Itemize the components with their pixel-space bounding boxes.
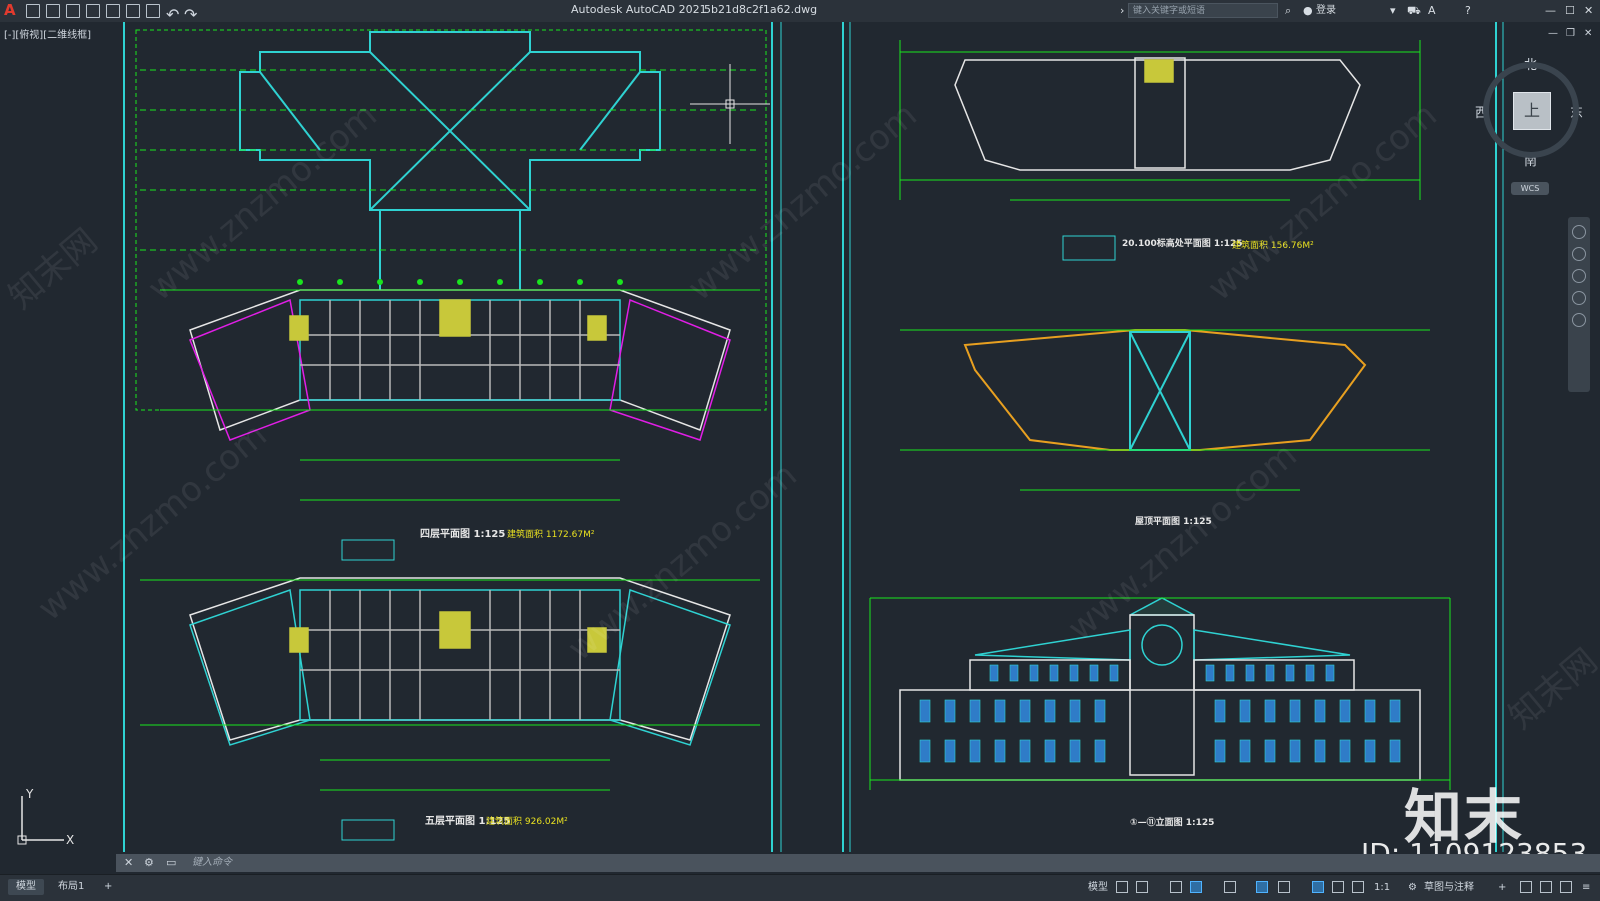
open-icon[interactable]: [46, 4, 60, 18]
object-snap-icon[interactable]: [1278, 881, 1290, 893]
add-layout-button[interactable]: +: [96, 879, 120, 895]
title-bar: A ↶ ↷ Autodesk AutoCAD 2021 5b21d8c2f1a6…: [0, 0, 1600, 24]
wcs-menu[interactable]: WCS: [1511, 182, 1549, 195]
title-fourth-floor: 四层平面图 1:125: [420, 529, 506, 540]
steering-wheel-icon[interactable]: [1572, 225, 1586, 239]
ucs-icon: Y X: [17, 788, 74, 847]
autocad-logo-icon[interactable]: A: [4, 2, 18, 18]
command-input[interactable]: 键入命令: [192, 854, 232, 872]
navigation-bar: [1568, 217, 1590, 392]
orbit-icon[interactable]: [1572, 291, 1586, 305]
login-button[interactable]: 登录: [1316, 4, 1336, 17]
clean-screen-icon[interactable]: [1560, 881, 1572, 893]
search-arrow-icon[interactable]: ›: [1120, 4, 1124, 17]
object-snap-tracking-icon[interactable]: [1256, 881, 1268, 893]
maximize-icon[interactable]: ☐: [1565, 4, 1575, 17]
save-icon[interactable]: [66, 4, 80, 18]
minimize-icon[interactable]: —: [1545, 4, 1556, 17]
viewcube-compass[interactable]: 上: [1483, 62, 1579, 158]
customization-menu-icon[interactable]: ≡: [1582, 881, 1590, 895]
annotation-visibility-icon[interactable]: [1312, 881, 1324, 893]
command-line: ✕ ⚙ ▭ 键入命令: [116, 854, 1600, 872]
viewport-minimize-icon[interactable]: —: [1548, 28, 1558, 39]
tab-model[interactable]: 模型: [8, 879, 44, 895]
auto-scale-icon[interactable]: [1332, 881, 1344, 893]
ortho-icon[interactable]: [1170, 881, 1182, 893]
undo-icon[interactable]: ↶: [166, 5, 179, 24]
redo-icon[interactable]: ↷: [184, 5, 197, 24]
svg-text:Y: Y: [25, 788, 34, 801]
search-input[interactable]: 键入关键字或短语: [1128, 3, 1278, 18]
viewport-restore-icon[interactable]: ❐: [1566, 28, 1575, 39]
workspace-switch[interactable]: 草图与注释: [1424, 881, 1474, 895]
svg-text:X: X: [66, 833, 74, 847]
annotation-scale-icon[interactable]: [1352, 881, 1364, 893]
file-name: 5b21d8c2f1a62.dwg: [704, 3, 818, 16]
tab-layout1[interactable]: 布局1: [50, 879, 92, 895]
units-icon[interactable]: [1520, 881, 1532, 893]
zoom-icon[interactable]: [1572, 269, 1586, 283]
showmotion-icon[interactable]: [1572, 313, 1586, 327]
viewcube-top-face[interactable]: 上: [1513, 92, 1551, 130]
a360-icon[interactable]: A: [1428, 4, 1436, 17]
status-bar: 模型 布局1 + 模型 1:1 ⚙ 草图与注释 + ≡: [0, 874, 1600, 901]
title-roof-level-plan: 20.100标高处平面图 1:125: [1122, 239, 1243, 249]
viewport-controls-label[interactable]: [-][俯视][二维线框]: [4, 26, 91, 41]
app-title: Autodesk AutoCAD 2021: [571, 3, 707, 16]
snap-icon[interactable]: [1136, 881, 1148, 893]
quick-properties-icon[interactable]: [1540, 881, 1552, 893]
area-fourth-floor: 建筑面积 1172.67M²: [507, 530, 595, 540]
cart-icon[interactable]: ⛟: [1407, 4, 1421, 17]
user-icon[interactable]: ●: [1303, 4, 1313, 17]
command-close-icon[interactable]: ✕: [124, 856, 133, 870]
quick-access-toolbar: ↶ ↷: [26, 3, 202, 24]
drawing-viewport[interactable]: 四层平面图 1:125 建筑面积 1172.67M² 五层平面图 1:125 建…: [0, 22, 1600, 862]
search-icon[interactable]: ⌕: [1285, 4, 1291, 17]
polar-tracking-icon[interactable]: [1190, 881, 1202, 893]
command-history-icon[interactable]: ▭: [166, 856, 176, 870]
close-icon[interactable]: ✕: [1584, 4, 1593, 17]
save-as-icon[interactable]: [86, 4, 100, 18]
viewport-close-icon[interactable]: ✕: [1584, 28, 1592, 39]
save-web-icon[interactable]: [126, 4, 140, 18]
title-elevation: ①—⑪立面图 1:125: [1130, 818, 1215, 828]
area-fifth-floor: 建筑面积 926.02M²: [486, 817, 568, 827]
grid-icon[interactable]: [1116, 881, 1128, 893]
workspace-gear-icon[interactable]: ⚙: [1408, 881, 1417, 895]
open-web-icon[interactable]: [106, 4, 120, 18]
new-icon[interactable]: [26, 4, 40, 18]
annotation-monitor-icon[interactable]: +: [1498, 881, 1506, 895]
isodraft-icon[interactable]: [1224, 881, 1236, 893]
command-customize-icon[interactable]: ⚙: [144, 856, 154, 870]
dropdown-icon[interactable]: ▾: [1390, 4, 1396, 17]
help-icon[interactable]: ?: [1465, 4, 1471, 17]
annotation-scale-value[interactable]: 1:1: [1374, 881, 1390, 895]
model-space-button[interactable]: 模型: [1088, 881, 1108, 895]
pan-icon[interactable]: [1572, 247, 1586, 261]
plot-icon[interactable]: [146, 4, 160, 18]
